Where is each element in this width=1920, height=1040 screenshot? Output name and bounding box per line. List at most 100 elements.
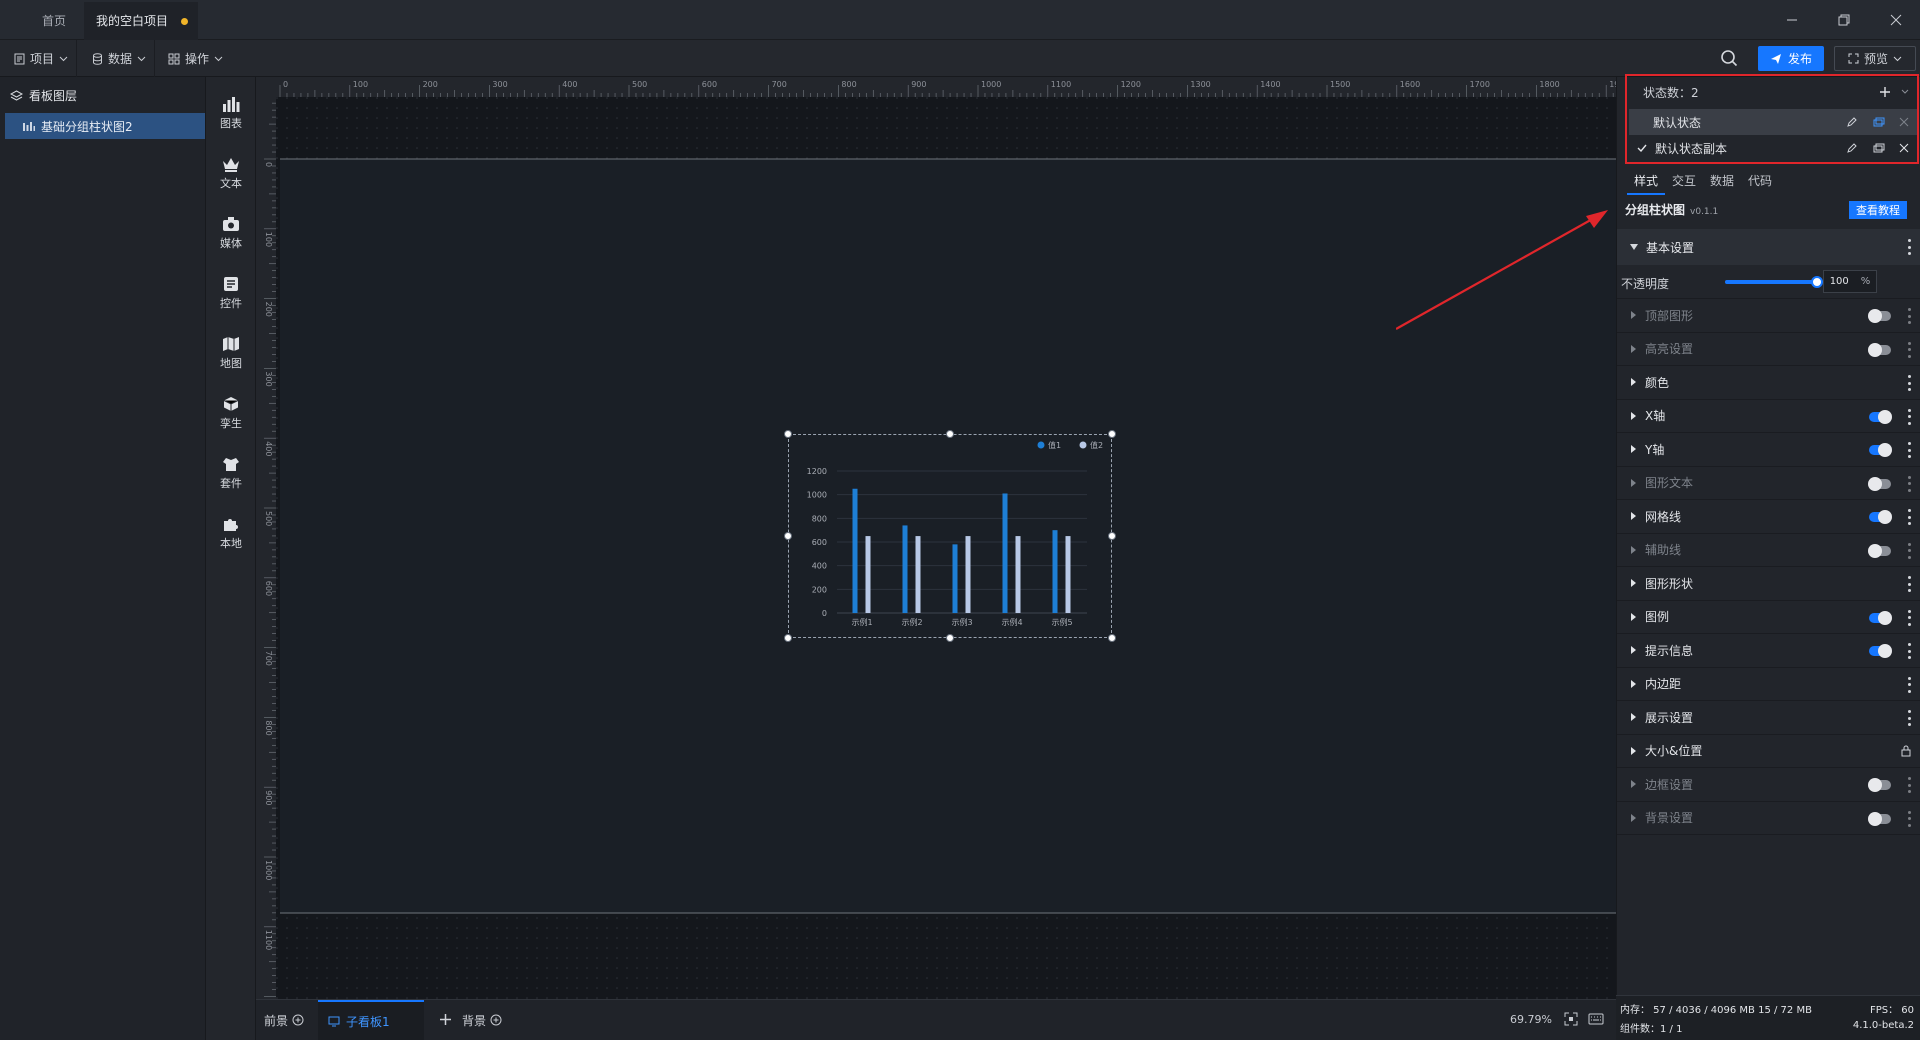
chevron-down-icon[interactable]: [1901, 89, 1909, 95]
state-item-copy[interactable]: 默认状态副本: [1629, 135, 1917, 161]
more-icon[interactable]: [1907, 810, 1911, 827]
more-icon[interactable]: [1907, 643, 1911, 659]
more-icon[interactable]: [1907, 509, 1911, 525]
resize-handle[interactable]: [784, 532, 792, 540]
more-icon[interactable]: [1907, 676, 1911, 693]
keyboard-button[interactable]: [1588, 1013, 1604, 1025]
more-icon[interactable]: [1907, 710, 1911, 726]
section-basic[interactable]: 基本设置: [1617, 229, 1920, 265]
search-icon: [1721, 50, 1738, 67]
setting-row[interactable]: X轴: [1617, 400, 1920, 433]
more-icon[interactable]: [1907, 408, 1911, 425]
minimize-button[interactable]: [1772, 0, 1812, 40]
toggle-switch[interactable]: [1869, 409, 1892, 424]
resize-handle[interactable]: [784, 430, 792, 438]
add-state-icon[interactable]: [1879, 86, 1891, 98]
comp-media[interactable]: 媒体: [206, 203, 256, 263]
setting-row[interactable]: 颜色: [1617, 366, 1920, 400]
comp-chart[interactable]: 图表: [206, 83, 256, 143]
menu-operation-label: 操作: [185, 52, 210, 66]
toggle-switch[interactable]: [1868, 342, 1891, 357]
restore-button[interactable]: [1824, 0, 1864, 40]
setting-row[interactable]: 展示设置: [1617, 701, 1920, 735]
fit-screen-button[interactable]: [1564, 1012, 1578, 1026]
comp-map[interactable]: 地图: [206, 323, 256, 383]
setting-row[interactable]: 顶部图形: [1617, 299, 1920, 333]
tab-subboard[interactable]: 子看板1: [318, 1000, 424, 1040]
state-item-default[interactable]: 默认状态: [1629, 109, 1917, 135]
resize-handle[interactable]: [1108, 634, 1116, 642]
more-icon[interactable]: [1907, 609, 1911, 626]
tab-background[interactable]: 背景: [462, 1000, 502, 1040]
more-icon[interactable]: [1907, 777, 1911, 793]
layer-item[interactable]: 基础分组柱状图2: [5, 113, 205, 139]
memory-usage: 内存： 57 / 4036 / 4096 MB 15 / 72 MB: [1620, 1005, 1812, 1016]
setting-row[interactable]: 内边距: [1617, 668, 1920, 701]
toggle-switch[interactable]: [1868, 543, 1891, 558]
resize-handle[interactable]: [784, 634, 792, 642]
more-icon[interactable]: [1907, 375, 1911, 391]
tab-style[interactable]: 样式: [1627, 165, 1666, 195]
more-icon[interactable]: [1907, 308, 1911, 324]
menu-data[interactable]: 数据: [84, 40, 156, 77]
setting-row[interactable]: 图形文本: [1617, 467, 1920, 500]
delete-icon: [1899, 117, 1909, 127]
more-icon[interactable]: [1907, 239, 1911, 255]
comp-suite[interactable]: 套件: [206, 443, 256, 503]
more-icon[interactable]: [1907, 542, 1911, 559]
opacity-slider-handle[interactable]: [1811, 276, 1823, 288]
comp-control[interactable]: 控件: [206, 263, 256, 323]
setting-row[interactable]: 边框设置: [1617, 768, 1920, 802]
setting-row[interactable]: 高亮设置: [1617, 333, 1920, 366]
menu-project[interactable]: 项目: [6, 40, 78, 77]
search-button[interactable]: [1720, 49, 1738, 67]
toggle-switch[interactable]: [1869, 510, 1892, 524]
more-icon[interactable]: [1907, 442, 1911, 458]
tab-project[interactable]: 我的空白项目: [84, 2, 198, 40]
more-icon[interactable]: [1907, 576, 1911, 592]
toggle-switch[interactable]: [1868, 309, 1891, 323]
comp-twin[interactable]: 孪生: [206, 383, 256, 443]
tab-home[interactable]: 首页: [30, 2, 78, 40]
tab-interaction[interactable]: 交互: [1665, 165, 1703, 195]
toggle-switch[interactable]: [1868, 476, 1891, 491]
tab-data[interactable]: 数据: [1703, 165, 1741, 195]
tutorial-button[interactable]: 查看教程: [1849, 201, 1907, 219]
resize-handle[interactable]: [1108, 430, 1116, 438]
opacity-input[interactable]: 100 %: [1823, 270, 1877, 293]
resize-handle[interactable]: [1108, 532, 1116, 540]
tab-foreground[interactable]: 前景: [264, 1000, 304, 1040]
tab-code[interactable]: 代码: [1741, 165, 1779, 195]
toggle-knob: [1868, 342, 1882, 357]
menu-operation[interactable]: 操作: [160, 40, 231, 77]
more-icon[interactable]: [1907, 475, 1911, 492]
toggle-switch[interactable]: [1869, 443, 1892, 457]
more-icon[interactable]: [1907, 341, 1911, 358]
publish-button[interactable]: 发布: [1758, 46, 1824, 71]
setting-row[interactable]: 网格线: [1617, 500, 1920, 534]
close-window-button[interactable]: [1876, 0, 1916, 40]
setting-row[interactable]: Y轴: [1617, 433, 1920, 467]
setting-row[interactable]: 辅助线: [1617, 534, 1920, 567]
setting-row[interactable]: 背景设置: [1617, 802, 1920, 835]
preview-button[interactable]: 预览: [1834, 46, 1916, 71]
add-board-button[interactable]: [439, 1013, 452, 1026]
zoom-level[interactable]: 69.79%: [1510, 1013, 1552, 1026]
resize-handle[interactable]: [946, 430, 954, 438]
setting-row[interactable]: 图形形状: [1617, 567, 1920, 601]
toggle-switch[interactable]: [1868, 811, 1891, 826]
setting-row[interactable]: 大小&位置: [1617, 735, 1920, 768]
resize-handle[interactable]: [946, 634, 954, 642]
ruler-label: 300: [492, 80, 507, 89]
comp-text[interactable]: 文本: [206, 143, 256, 203]
toggle-switch[interactable]: [1869, 644, 1892, 658]
setting-row[interactable]: 提示信息: [1617, 634, 1920, 668]
setting-row[interactable]: 图例: [1617, 601, 1920, 634]
comp-local[interactable]: 本地: [206, 503, 256, 563]
chart-widget[interactable]: 0 200 400 600 800 1000 1200 示例1 示例2 示例3 示例4 示例5 值1…: [788, 434, 1112, 638]
opacity-slider[interactable]: [1725, 276, 1823, 288]
toggle-switch[interactable]: [1869, 610, 1892, 625]
editor-canvas[interactable]: 0 100 200 300 400 500 600 700 800 900 1000 1100 1200…: [256, 77, 1616, 999]
toggle-switch[interactable]: [1868, 778, 1891, 792]
lock-button[interactable]: [1901, 745, 1911, 757]
